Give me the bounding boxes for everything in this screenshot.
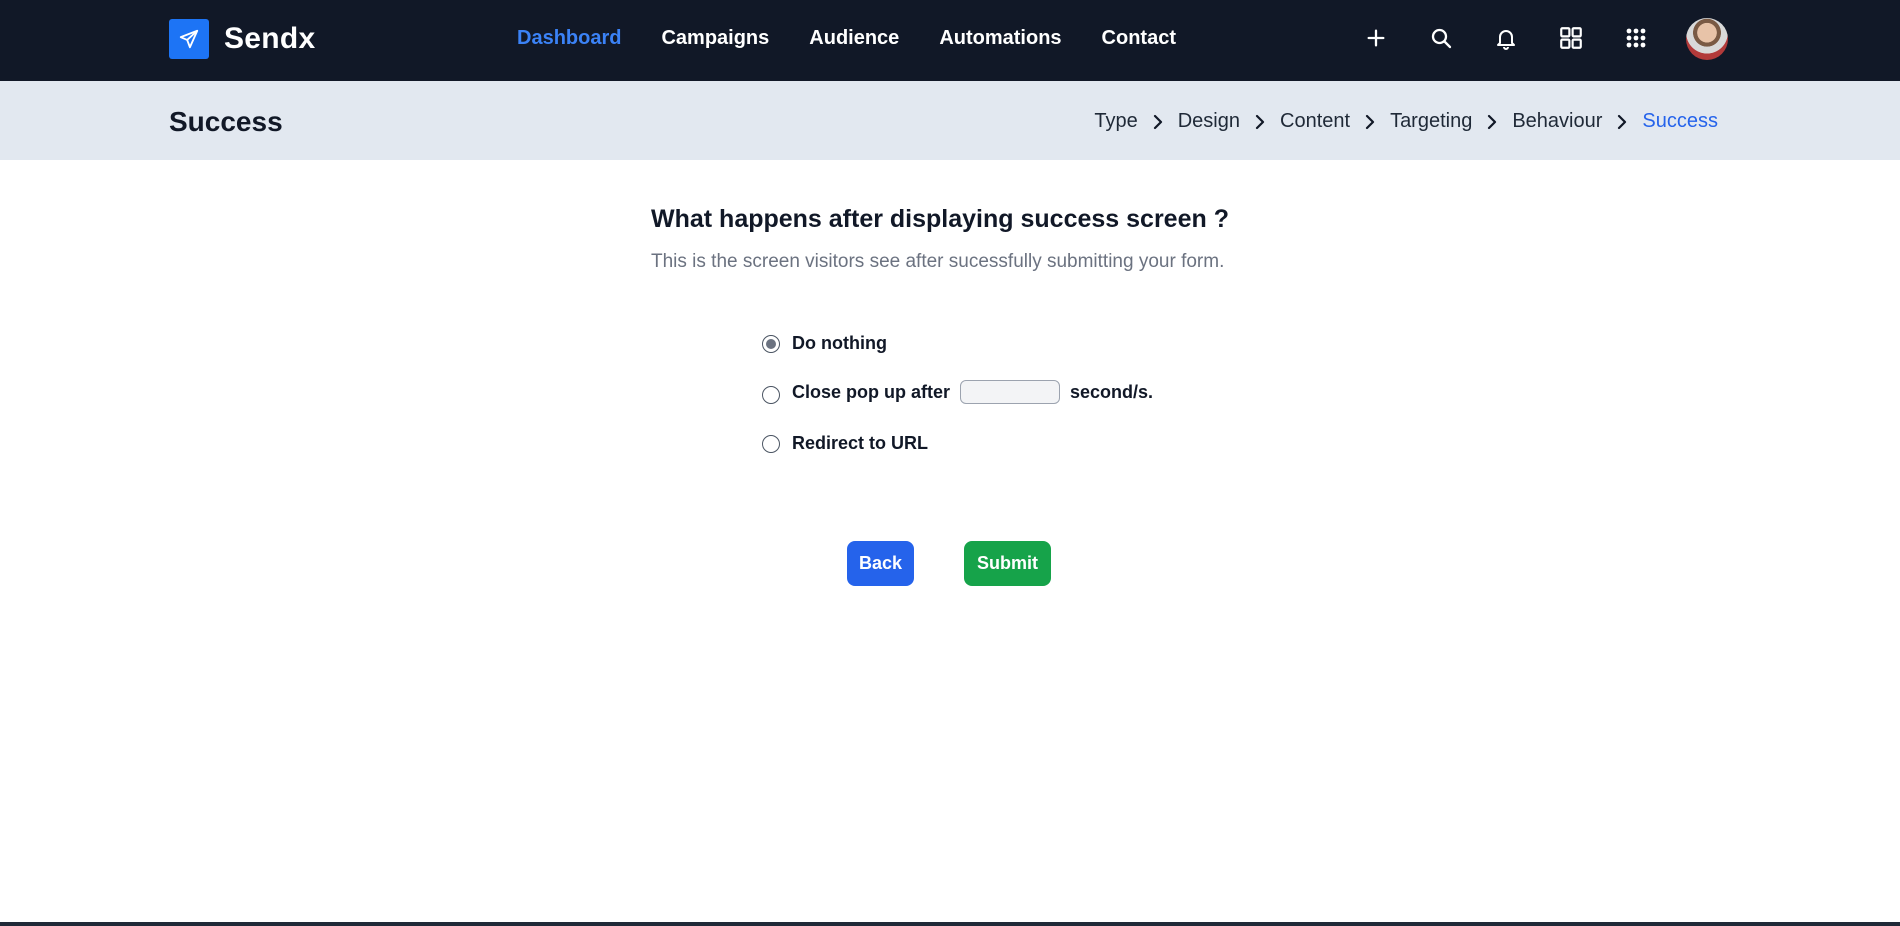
option-close-popup-suffix: second/s.	[1070, 381, 1154, 402]
breadcrumb-success: Success	[1642, 110, 1718, 132]
option-redirect-url-label: Redirect to URL	[792, 433, 929, 453]
window-bottom-border	[0, 922, 1900, 926]
chevron-right-icon	[1254, 114, 1266, 130]
apps-grid-icon[interactable]	[1620, 22, 1652, 54]
nav-icon-group	[1360, 18, 1685, 58]
main-nav: Dashboard Campaigns Audience Automations…	[517, 27, 1216, 50]
avatar[interactable]	[1686, 18, 1728, 60]
radio-do-nothing[interactable]	[762, 334, 780, 353]
nav-link-audience[interactable]: Audience	[809, 27, 899, 50]
brand[interactable]: Sendx	[169, 19, 316, 59]
option-do-nothing[interactable]: Do nothing	[762, 333, 887, 354]
nav-link-campaigns[interactable]: Campaigns	[661, 27, 769, 50]
chevron-right-icon	[1486, 114, 1498, 130]
nav-link-dashboard[interactable]: Dashboard	[517, 27, 621, 50]
breadcrumb: Type Design Content Targeting Behaviour …	[1094, 110, 1718, 133]
brand-name: Sendx	[224, 22, 316, 55]
plus-icon[interactable]	[1360, 22, 1392, 54]
question-heading: What happens after displaying success sc…	[651, 205, 1229, 233]
question-subtitle: This is the screen visitors see after su…	[651, 251, 1225, 272]
back-button[interactable]: Back	[847, 541, 914, 586]
option-close-popup-label: Close pop up after	[792, 381, 951, 402]
option-redirect-url[interactable]: Redirect to URL	[762, 433, 928, 454]
nav-link-contact[interactable]: Contact	[1102, 27, 1176, 50]
radio-redirect-url[interactable]	[762, 434, 780, 453]
chevron-right-icon	[1616, 114, 1628, 130]
search-icon[interactable]	[1425, 22, 1457, 54]
nav-link-automations[interactable]: Automations	[939, 27, 1061, 50]
option-do-nothing-label: Do nothing	[792, 333, 887, 353]
breadcrumb-behaviour[interactable]: Behaviour	[1512, 110, 1602, 133]
dashboard-grid-icon[interactable]	[1555, 22, 1587, 54]
bell-icon[interactable]	[1490, 22, 1522, 54]
radio-close-popup[interactable]	[762, 386, 780, 404]
submit-button[interactable]: Submit	[964, 541, 1051, 586]
breadcrumb-targeting[interactable]: Targeting	[1390, 110, 1472, 133]
chevron-right-icon	[1152, 114, 1164, 130]
paper-plane-logo-icon	[169, 19, 209, 59]
chevron-right-icon	[1364, 114, 1376, 130]
breadcrumb-content[interactable]: Content	[1280, 110, 1350, 133]
option-close-popup[interactable]: Close pop up after second/s.	[762, 380, 1153, 404]
breadcrumb-design[interactable]: Design	[1178, 110, 1240, 133]
page-title: Success	[169, 106, 283, 137]
breadcrumb-type[interactable]: Type	[1094, 110, 1137, 133]
seconds-input[interactable]	[960, 380, 1061, 404]
top-navbar: Sendx Dashboard Campaigns Audience Autom…	[0, 0, 1900, 81]
